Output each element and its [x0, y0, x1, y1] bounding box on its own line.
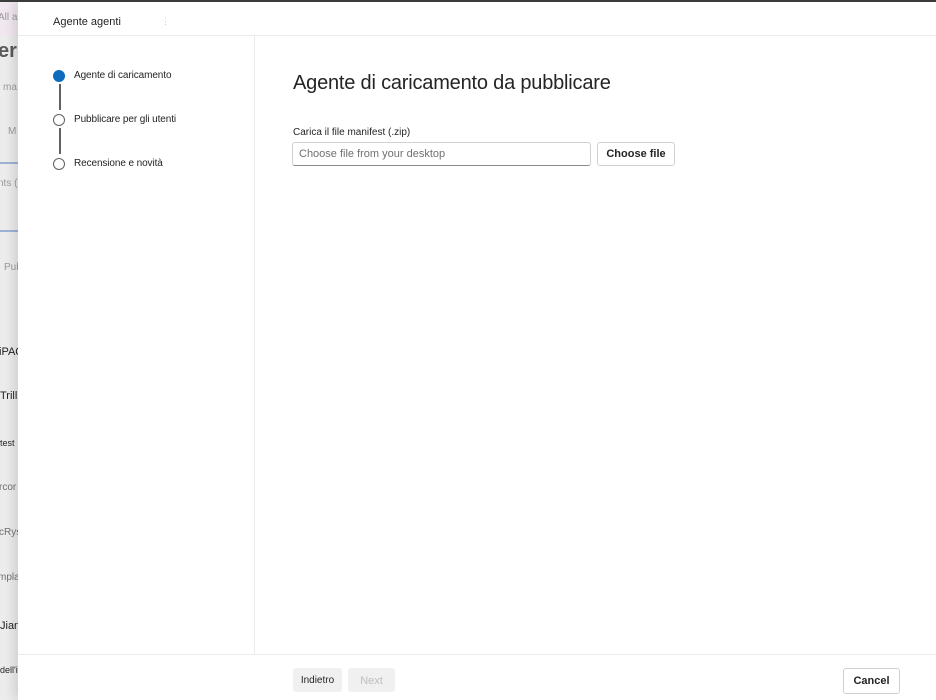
wizard-stepper: Agente di caricamento Pubblicare per gli…	[18, 36, 255, 654]
next-button[interactable]: Next	[348, 668, 395, 692]
cancel-button[interactable]: Cancel	[843, 668, 900, 694]
background-list-item: iPAQ	[0, 346, 18, 358]
background-list-item: cRys	[0, 527, 18, 538]
background-divider	[0, 230, 18, 232]
step-label: Pubblicare per gli utenti	[74, 114, 177, 125]
panel-footer: Indietro Next Cancel	[18, 654, 936, 700]
page-title: Agente di caricamento da pubblicare	[293, 72, 611, 94]
step-label: Recensione e novità	[74, 158, 163, 169]
background-list-item: Jian	[0, 620, 18, 632]
step-connector	[59, 84, 61, 110]
background-page-title: er	[0, 40, 17, 62]
background-text: ma	[3, 82, 17, 93]
step-pending-indicator-icon	[53, 158, 65, 170]
background-list-item: rcor	[0, 482, 17, 493]
background-divider	[0, 162, 18, 164]
background-page: All a er ma M nts ( Pub iPAQ Trill test …	[0, 2, 18, 700]
background-text: M	[8, 126, 17, 137]
back-button[interactable]: Indietro	[293, 668, 342, 692]
background-list-item: Trill	[0, 390, 18, 402]
step-label: Agente di caricamento	[74, 70, 172, 81]
background-list-item: dell'iride	[0, 665, 18, 675]
manifest-file-input[interactable]	[292, 142, 591, 166]
background-list-item: test	[0, 438, 15, 448]
background-breadcrumb: All a	[0, 12, 18, 23]
header-separator: ⋮	[161, 16, 170, 26]
panel-title: Agente agenti	[53, 16, 121, 28]
choose-file-button[interactable]: Choose file	[597, 142, 675, 166]
background-text: Pub	[4, 262, 18, 273]
window-top-border	[0, 0, 936, 2]
manifest-field-label: Carica il file manifest (.zip)	[293, 127, 411, 138]
step-pending-indicator-icon	[53, 114, 65, 126]
panel-header: Agente agenti ⋮	[18, 2, 936, 36]
background-tab: nts (	[0, 178, 18, 189]
step-active-indicator-icon	[53, 70, 65, 82]
publish-agent-panel: Agente agenti ⋮ Agente di caricamento Pu…	[18, 2, 936, 700]
background-list-item: mpla	[0, 572, 18, 583]
step-connector	[59, 128, 61, 154]
